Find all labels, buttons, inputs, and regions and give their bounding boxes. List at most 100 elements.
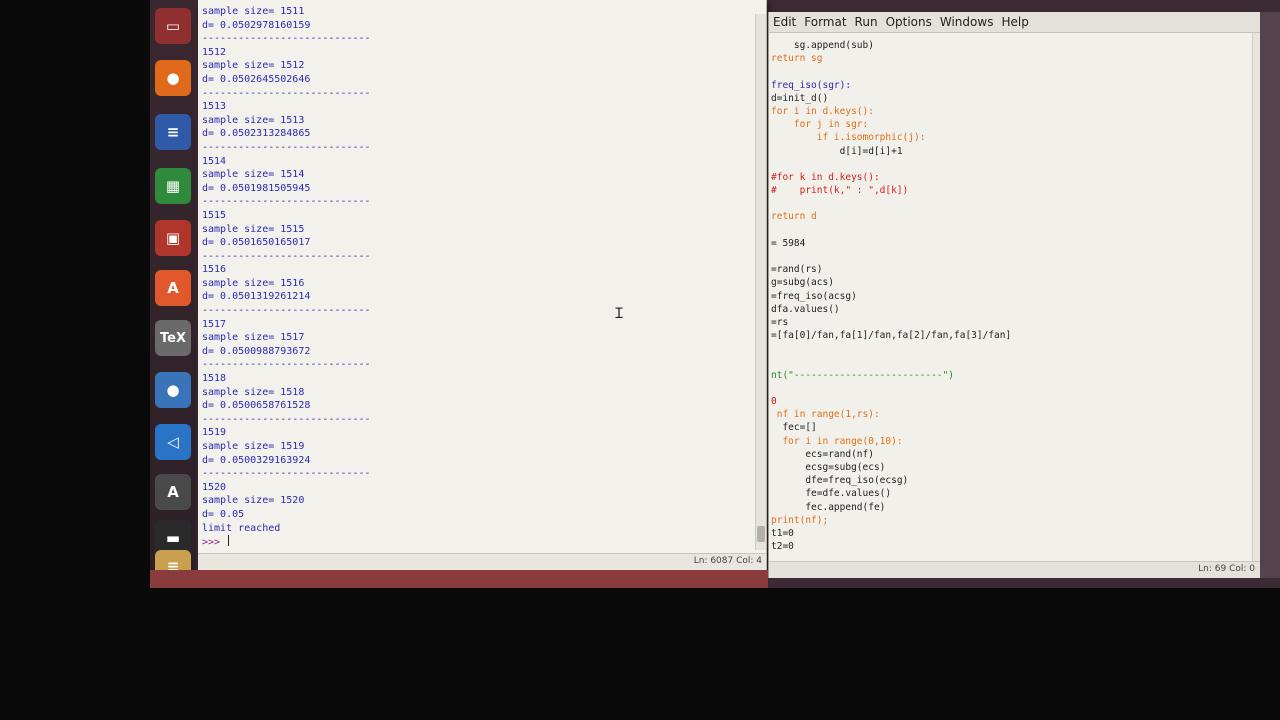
code-line: sg.append(sub)	[771, 40, 874, 51]
impress-icon[interactable]: ▣	[155, 220, 191, 256]
shell-output-line: 1517	[202, 318, 227, 330]
shell-output-line: sample size= 1513	[202, 114, 305, 126]
code-line: for i in d.keys():	[771, 105, 874, 117]
menu-windows[interactable]: Windows	[936, 12, 998, 29]
vscode-icon[interactable]: ◁	[155, 424, 191, 460]
code-line: freq_iso(sgr):	[771, 79, 852, 91]
menu-options[interactable]: Options	[882, 12, 936, 29]
shell-output[interactable]: sample size= 1511 d= 0.0502978160159 -----…	[202, 5, 747, 553]
shell-output-line: sample size= 1512	[202, 60, 305, 72]
shell-status-bar: Ln: 6087 Col: 4	[198, 553, 766, 570]
code-line: t2=0	[771, 541, 794, 553]
code-line: ecs=rand(nf)	[771, 448, 874, 460]
shell-output-line: ----------------------------	[202, 196, 371, 208]
shell-output-line: d= 0.0501981505945	[202, 182, 311, 194]
code-line: =rs	[771, 316, 789, 328]
code-line: =rand(rs)	[771, 264, 823, 276]
code-line: for i in range(0,10):	[771, 435, 903, 447]
code-line: for j in sgr:	[771, 119, 869, 131]
shell-output-line: ----------------------------	[202, 141, 371, 153]
editor-status-bar: Ln: 69 Col: 0	[769, 561, 1261, 578]
python-shell-window: sample size= 1511 d= 0.0502978160159 -----…	[198, 0, 767, 570]
editor-menubar: Edit Format Run Options Windows Help	[769, 12, 1261, 33]
shell-scrollbar[interactable]	[755, 14, 766, 550]
code-line: ecsg=subg(ecs)	[771, 462, 886, 473]
code-line: =freq_iso(acsg)	[771, 290, 857, 302]
shell-output-line: ----------------------------	[202, 250, 371, 262]
shell-output-line: ----------------------------	[202, 413, 371, 425]
shell-output-line: sample size= 1516	[202, 277, 305, 289]
shell-prompt[interactable]: >>>	[202, 535, 747, 549]
code-line: fe=dfe.values()	[771, 488, 892, 500]
shell-output-line: 1518	[202, 373, 227, 385]
shell-output-line: 1519	[202, 427, 227, 439]
shell-cursor-position: Ln: 6087 Col: 4	[693, 556, 762, 566]
software-center-icon[interactable]: A	[155, 270, 191, 306]
shell-output-line: d= 0.0501650165017	[202, 237, 311, 249]
shell-output-line: d= 0.05	[202, 508, 245, 520]
shell-output-line: d= 0.0502978160159	[202, 19, 311, 31]
shell-output-line: d= 0.0500988793672	[202, 345, 311, 357]
shell-output-line: d= 0.0502313284865	[202, 128, 311, 140]
python-icon[interactable]: ●	[155, 372, 191, 408]
code-line: d=init_d()	[771, 92, 829, 104]
shell-output-line: 1514	[202, 155, 227, 167]
menu-help[interactable]: Help	[997, 12, 1032, 29]
code-line: fec.append(fe)	[771, 501, 886, 513]
shell-output-line: d= 0.0500658761528	[202, 400, 311, 412]
firefox-icon[interactable]: ●	[155, 60, 191, 96]
editor-cursor-position: Ln: 69 Col: 0	[1198, 564, 1255, 574]
editor-window: Edit Format Run Options Windows Help sg.appen…	[768, 12, 1261, 578]
shell-output-line: 1513	[202, 101, 227, 113]
tex-icon[interactable]: TeX	[155, 320, 191, 356]
launcher-bar: ▭ ● ≡ ▦ ▣ A TeX ● ◁ A ▬ ≣	[150, 0, 196, 588]
code-line: d[i]=d[i]+1	[771, 145, 903, 157]
shell-output-line: sample size= 1515	[202, 223, 305, 235]
shell-output-line: ----------------------------	[202, 468, 371, 480]
calc-icon[interactable]: ▦	[155, 168, 191, 204]
editor-code-area[interactable]: sg.append(sub) return sg freq_iso(sgr): d=i…	[771, 39, 1249, 554]
shell-output-line: 1512	[202, 46, 227, 58]
shell-output-line: 1520	[202, 481, 227, 493]
updater-icon[interactable]: A	[155, 474, 191, 510]
shell-scroll-thumb[interactable]	[757, 526, 765, 542]
code-line: dfa.values()	[771, 303, 840, 315]
code-line: return sg	[771, 53, 823, 65]
code-line: return d	[771, 211, 817, 223]
code-line: 0	[771, 396, 777, 408]
code-line: # print(k," : ",d[k])	[771, 185, 909, 197]
shell-output-line: ----------------------------	[202, 305, 371, 317]
writer-icon[interactable]: ≡	[155, 114, 191, 150]
code-line: = 5984	[771, 237, 806, 249]
shell-output-line: sample size= 1519	[202, 441, 305, 452]
desktop-bottom-strip	[150, 570, 768, 588]
shell-output-line: sample size= 1520	[202, 495, 305, 507]
shell-output-line: ----------------------------	[202, 33, 371, 45]
code-line: #for k in d.keys():	[771, 171, 880, 183]
shell-output-line: d= 0.0502645502646	[202, 73, 311, 85]
shell-output-line: sample size= 1511	[202, 6, 305, 17]
shell-output-line: sample size= 1514	[202, 169, 305, 181]
code-line: t1=0	[771, 527, 794, 539]
shell-output-line: d= 0.0501319261214	[202, 291, 311, 303]
shell-prompt-text: >>>	[202, 537, 227, 549]
shell-output-line: ----------------------------	[202, 359, 371, 371]
text-cursor-icon: Ｉ	[612, 306, 626, 322]
shell-output-line: 1516	[202, 264, 227, 276]
code-line: nf in range(1,rs):	[771, 409, 880, 421]
code-line: nt("--------------------------")	[771, 369, 955, 381]
code-line: if i.isomorphic(j):	[771, 132, 926, 144]
shell-output-line: sample size= 1517	[202, 332, 305, 344]
menu-run[interactable]: Run	[851, 12, 882, 29]
files-icon[interactable]: ▭	[155, 8, 191, 44]
menu-format[interactable]: Format	[800, 12, 850, 29]
code-line: fec=[]	[771, 422, 817, 434]
menu-edit[interactable]: Edit	[769, 12, 800, 29]
shell-output-line: sample size= 1518	[202, 386, 305, 398]
